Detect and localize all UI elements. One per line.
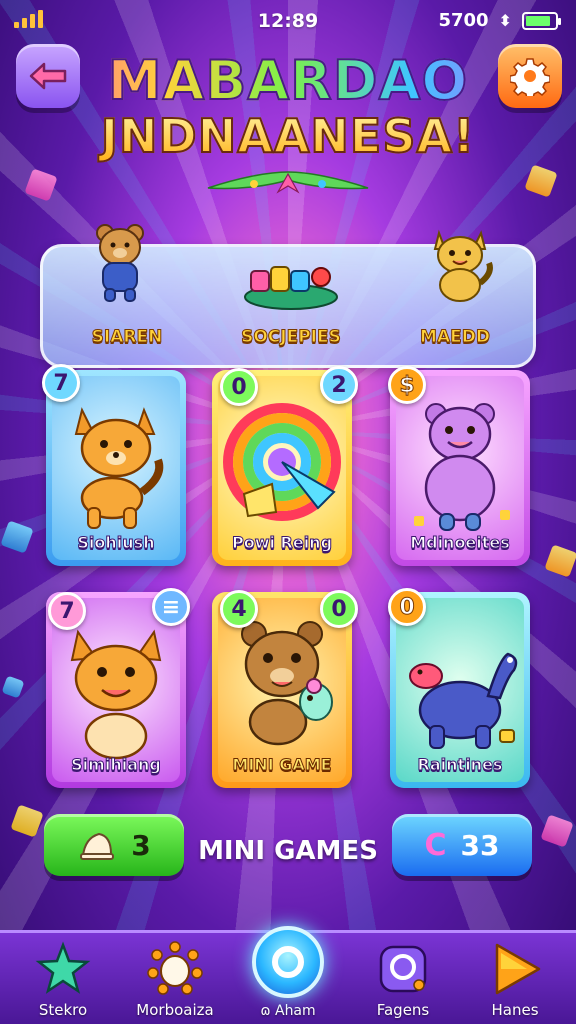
- game-card[interactable]: Powi Reing 0 2: [212, 366, 358, 566]
- gem-icon: [540, 814, 574, 848]
- panel-item-siaren[interactable]: SIAREN: [47, 224, 207, 371]
- nav-label: Hanes: [491, 1001, 539, 1019]
- puzzle-platform-icon: [244, 266, 338, 310]
- card-label: Powi Reing: [231, 533, 333, 553]
- card-badge-left: 0: [388, 588, 426, 626]
- panel-label: SOCJEPIES: [241, 327, 342, 348]
- nav-item-fagens[interactable]: Fagens: [348, 939, 458, 1023]
- gem-icon: [544, 544, 576, 578]
- bell-count: 3: [131, 828, 151, 862]
- cat-character-icon: [433, 229, 493, 302]
- game-title: MABARDAO JNDNAANESA!: [40, 51, 536, 164]
- bear-character-icon: [96, 224, 144, 302]
- ring-icon[interactable]: [252, 926, 324, 998]
- panel-item-socjepies[interactable]: SOCJEPIES: [211, 247, 371, 371]
- nav-label: Morboaiza: [136, 1001, 214, 1019]
- card-label: Simihiang: [71, 755, 162, 775]
- rounded-square-icon: [379, 945, 427, 993]
- data-arrows-icon: ⬍: [498, 11, 512, 30]
- status-right: 5700 ⬍: [438, 10, 561, 31]
- game-card[interactable]: MINI GAME 4 0: [212, 590, 358, 788]
- game-card[interactable]: Raintines 0: [388, 588, 530, 788]
- status-value: 5700: [438, 10, 489, 31]
- card-label: Siohiush: [77, 533, 155, 553]
- coin-count-button[interactable]: C 33: [392, 814, 532, 876]
- panel-item-maedd[interactable]: MAEDD: [375, 229, 535, 371]
- nav-label: ɷ Aham: [260, 1003, 316, 1019]
- nav-item-stekro[interactable]: Stekro: [8, 939, 118, 1023]
- game-card[interactable]: Mdinoeites $: [388, 366, 530, 566]
- game-card[interactable]: Siohiush 7: [42, 364, 186, 566]
- game-card[interactable]: Simihiang 7 ≡: [46, 588, 190, 788]
- gem-icon: [10, 804, 44, 838]
- battery-icon: [522, 11, 561, 30]
- star-icon: [35, 941, 91, 994]
- card-badge-left: 4: [220, 590, 258, 628]
- nav-item-morboaiza[interactable]: Morboaiza: [120, 939, 230, 1023]
- play-triangle-icon: [495, 943, 541, 995]
- coin-count: 33: [460, 828, 500, 862]
- nav-item-hanes[interactable]: Hanes: [460, 939, 570, 1023]
- card-badge-right: 0: [320, 590, 358, 628]
- title-line-1: MABARDAO: [40, 51, 536, 111]
- card-label: Mdinoeites: [410, 533, 511, 553]
- gem-icon: [0, 520, 34, 554]
- panel-label: MAEDD: [420, 327, 491, 348]
- card-label: Raintines: [417, 755, 503, 775]
- title-line-2: JNDNAANESA!: [40, 109, 536, 163]
- nav-label: Fagens: [376, 1001, 430, 1019]
- featured-panel: SIAREN SOCJEPIES MAEDD: [40, 224, 536, 371]
- card-badge-left: 7: [42, 364, 80, 402]
- card-badge-right: ≡: [152, 588, 190, 626]
- card-badge-right: $: [388, 366, 426, 404]
- card-badge-left: 0: [220, 368, 258, 406]
- gem-icon: [1, 675, 25, 699]
- card-badge-right: 2: [320, 366, 358, 404]
- card-label: MINI GAME: [232, 755, 332, 775]
- sun-egg-icon: [147, 941, 203, 995]
- bell-count-button[interactable]: 3: [44, 814, 184, 876]
- panel-label: SIAREN: [91, 327, 163, 348]
- bell-icon: [80, 832, 115, 860]
- battery-level: [526, 15, 550, 26]
- card-badge-left: 7: [48, 592, 86, 630]
- c-coin-icon: C: [424, 827, 447, 863]
- leaves-decoration-icon: [207, 171, 369, 194]
- status-bar: 12:89 5700 ⬍: [0, 0, 576, 40]
- nav-label: Stekro: [38, 1001, 88, 1019]
- gem-icon: [24, 168, 58, 202]
- gem-icon: [524, 164, 558, 198]
- mini-games-label: MINI GAMES: [198, 836, 378, 866]
